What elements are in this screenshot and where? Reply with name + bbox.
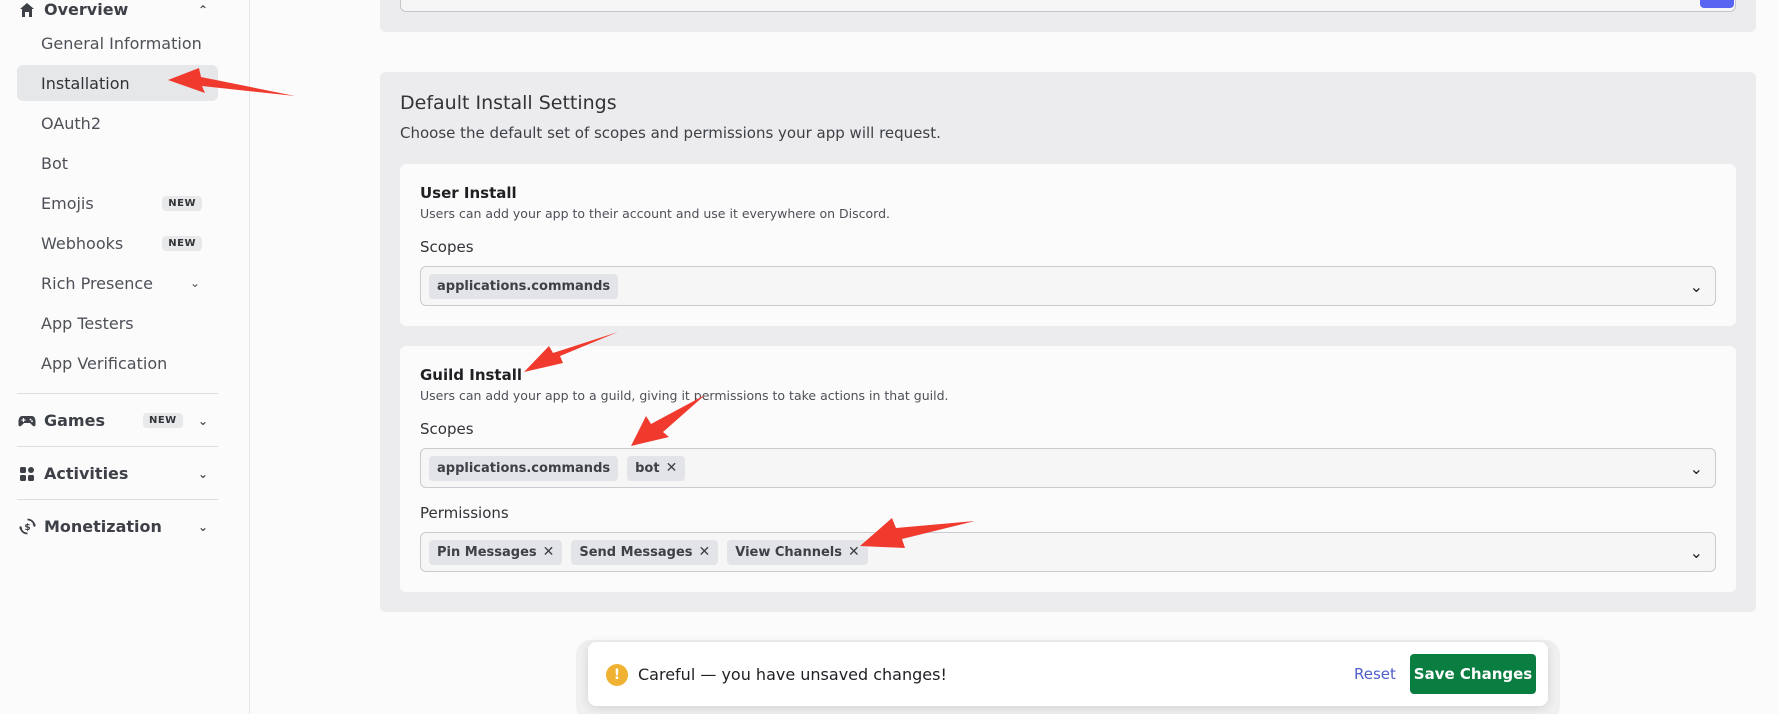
chevron-up-icon[interactable]: ⌃ bbox=[198, 3, 208, 17]
nav-overview-label: Overview bbox=[44, 0, 129, 19]
previous-section-card bbox=[380, 0, 1756, 32]
user-install-title: User Install bbox=[420, 184, 517, 202]
user-install-scopes-label: Scopes bbox=[420, 238, 474, 256]
sidebar-item-app-verification[interactable]: App Verification bbox=[17, 345, 218, 381]
chevron-down-icon[interactable]: ⌄ bbox=[198, 414, 208, 428]
sidebar-item-label: General Information bbox=[41, 33, 202, 53]
permission-chip: Send Messages ✕ bbox=[571, 539, 719, 565]
guild-install-permissions-select[interactable]: Pin Messages ✕ Send Messages ✕ View Channe… bbox=[420, 532, 1716, 572]
nav-overview[interactable]: Overview ⌃ bbox=[18, 0, 208, 19]
scope-chip-label: bot bbox=[635, 460, 660, 476]
previous-section-input[interactable] bbox=[400, 0, 1736, 12]
new-badge: NEW bbox=[142, 413, 183, 428]
new-badge: NEW bbox=[162, 235, 202, 251]
sidebar-item-oauth2[interactable]: OAuth2 bbox=[17, 105, 218, 141]
default-install-settings-card: Default Install Settings Choose the defa… bbox=[380, 72, 1756, 612]
remove-icon[interactable]: ✕ bbox=[848, 544, 860, 560]
save-changes-button[interactable]: Save Changes bbox=[1410, 654, 1536, 694]
guild-install-description: Users can add your app to a guild, givin… bbox=[420, 388, 949, 403]
remove-icon[interactable]: ✕ bbox=[666, 460, 678, 476]
chevron-down-icon[interactable]: ⌄ bbox=[198, 467, 208, 481]
scope-chip: applications.commands bbox=[429, 273, 619, 299]
permission-chip-label: View Channels bbox=[735, 544, 842, 560]
sidebar-item-rich-presence[interactable]: Rich Presence ⌄ bbox=[17, 265, 218, 301]
permission-chip: Pin Messages ✕ bbox=[429, 539, 563, 565]
nav-activities[interactable]: Activities ⌄ bbox=[18, 464, 208, 483]
scope-chip: bot ✕ bbox=[627, 455, 686, 481]
sidebar-item-label: Webhooks bbox=[41, 233, 124, 253]
gamepad-icon bbox=[18, 412, 36, 430]
sidebar-item-label: App Verification bbox=[41, 353, 168, 373]
section-title: Default Install Settings bbox=[400, 92, 617, 114]
nav-monetization[interactable]: $ Monetization ⌄ bbox=[18, 517, 208, 536]
chevron-down-icon[interactable]: ⌄ bbox=[1690, 543, 1703, 562]
nav-monetization-label: Monetization bbox=[44, 517, 162, 536]
sidebar-item-label: App Testers bbox=[41, 313, 134, 333]
scope-chip-label: applications.commands bbox=[437, 278, 611, 294]
sidebar-item-app-testers[interactable]: App Testers bbox=[17, 305, 218, 341]
sidebar-item-label: Emojis bbox=[41, 193, 94, 213]
section-description: Choose the default set of scopes and per… bbox=[400, 124, 941, 142]
divider bbox=[17, 446, 218, 447]
sidebar-item-label: Bot bbox=[41, 153, 69, 173]
unsaved-changes-toast: ! Careful — you have unsaved changes! Re… bbox=[588, 642, 1548, 706]
chevron-down-icon[interactable]: ⌄ bbox=[1690, 459, 1703, 478]
sidebar: Overview ⌃ General Information Installat… bbox=[0, 0, 250, 714]
permission-chip-label: Send Messages bbox=[579, 544, 693, 560]
permission-chip-label: Pin Messages bbox=[437, 544, 537, 560]
user-install-card: User Install Users can add your app to t… bbox=[400, 164, 1736, 326]
sidebar-item-bot[interactable]: Bot bbox=[17, 145, 218, 181]
guild-install-card: Guild Install Users can add your app to … bbox=[400, 346, 1736, 592]
activities-icon bbox=[18, 465, 36, 483]
nav-activities-label: Activities bbox=[44, 464, 129, 483]
sidebar-item-installation[interactable]: Installation bbox=[17, 65, 218, 101]
home-icon bbox=[18, 1, 36, 19]
svg-text:$: $ bbox=[24, 523, 30, 533]
previous-section-button[interactable] bbox=[1700, 0, 1734, 8]
sidebar-item-label: Installation bbox=[41, 73, 130, 93]
guild-install-permissions-label: Permissions bbox=[420, 504, 509, 522]
sidebar-item-general-information[interactable]: General Information bbox=[17, 25, 218, 61]
divider bbox=[17, 393, 218, 394]
sidebar-item-label: OAuth2 bbox=[41, 113, 101, 133]
scope-chip: applications.commands bbox=[429, 455, 619, 481]
chevron-down-icon[interactable]: ⌄ bbox=[198, 520, 208, 534]
remove-icon[interactable]: ✕ bbox=[699, 544, 711, 560]
sidebar-item-emojis[interactable]: Emojis NEW bbox=[17, 185, 218, 221]
guild-install-scopes-select[interactable]: applications.commands bot ✕ ⌄ bbox=[420, 448, 1716, 488]
warning-icon: ! bbox=[606, 664, 628, 686]
user-install-description: Users can add your app to their account … bbox=[420, 206, 891, 221]
reset-button[interactable]: Reset bbox=[1354, 665, 1396, 683]
chevron-down-icon[interactable]: ⌄ bbox=[190, 276, 200, 290]
user-install-scopes-select[interactable]: applications.commands ⌄ bbox=[420, 266, 1716, 306]
nav-games-label: Games bbox=[44, 411, 105, 430]
toast-message: Careful — you have unsaved changes! bbox=[638, 665, 947, 684]
scope-chip-label: applications.commands bbox=[437, 460, 611, 476]
new-badge: NEW bbox=[162, 195, 202, 211]
remove-icon[interactable]: ✕ bbox=[543, 544, 555, 560]
sidebar-item-webhooks[interactable]: Webhooks NEW bbox=[17, 225, 218, 261]
guild-install-scopes-label: Scopes bbox=[420, 420, 474, 438]
divider bbox=[17, 499, 218, 500]
sidebar-item-label: Rich Presence bbox=[41, 273, 153, 293]
guild-install-title: Guild Install bbox=[420, 366, 522, 384]
monetization-icon: $ bbox=[18, 518, 36, 536]
nav-games[interactable]: Games NEW ⌄ bbox=[18, 411, 208, 430]
permission-chip: View Channels ✕ bbox=[727, 539, 868, 565]
chevron-down-icon[interactable]: ⌄ bbox=[1690, 277, 1703, 296]
